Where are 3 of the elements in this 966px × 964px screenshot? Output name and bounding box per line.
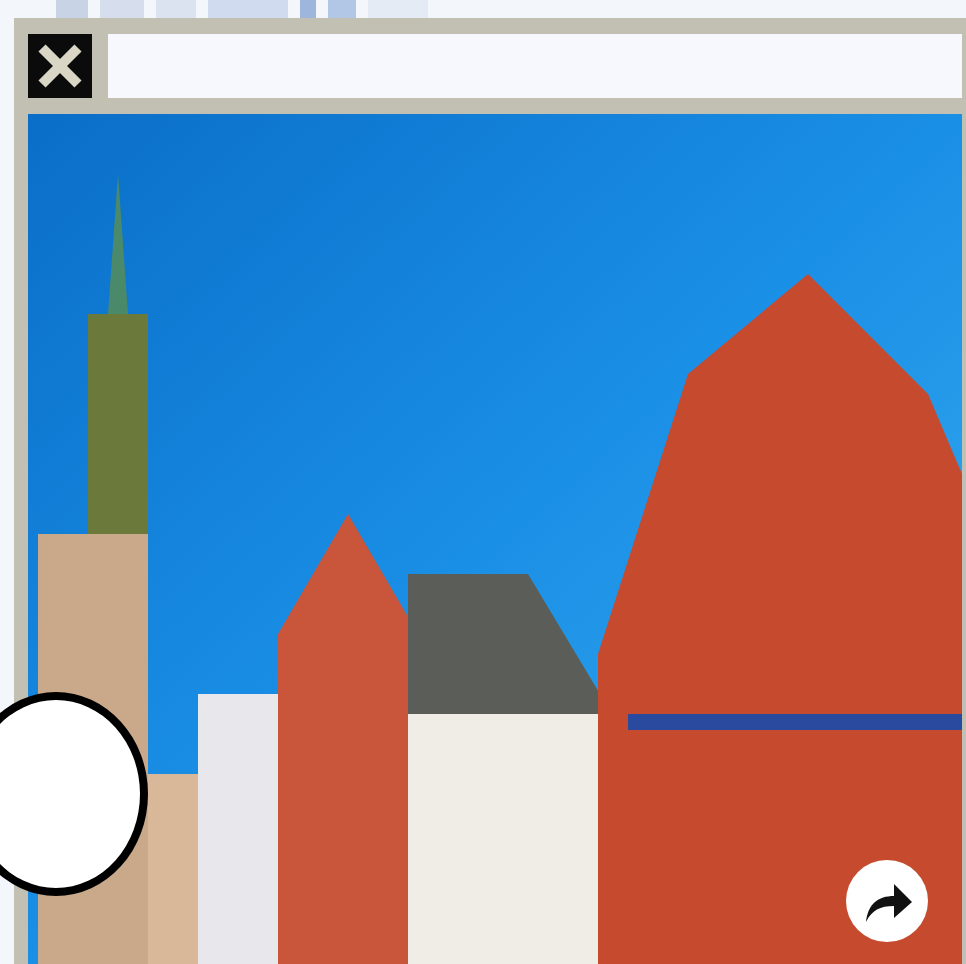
share-arrow-icon (861, 879, 913, 923)
close-button[interactable] (28, 34, 92, 98)
close-icon (36, 42, 84, 90)
